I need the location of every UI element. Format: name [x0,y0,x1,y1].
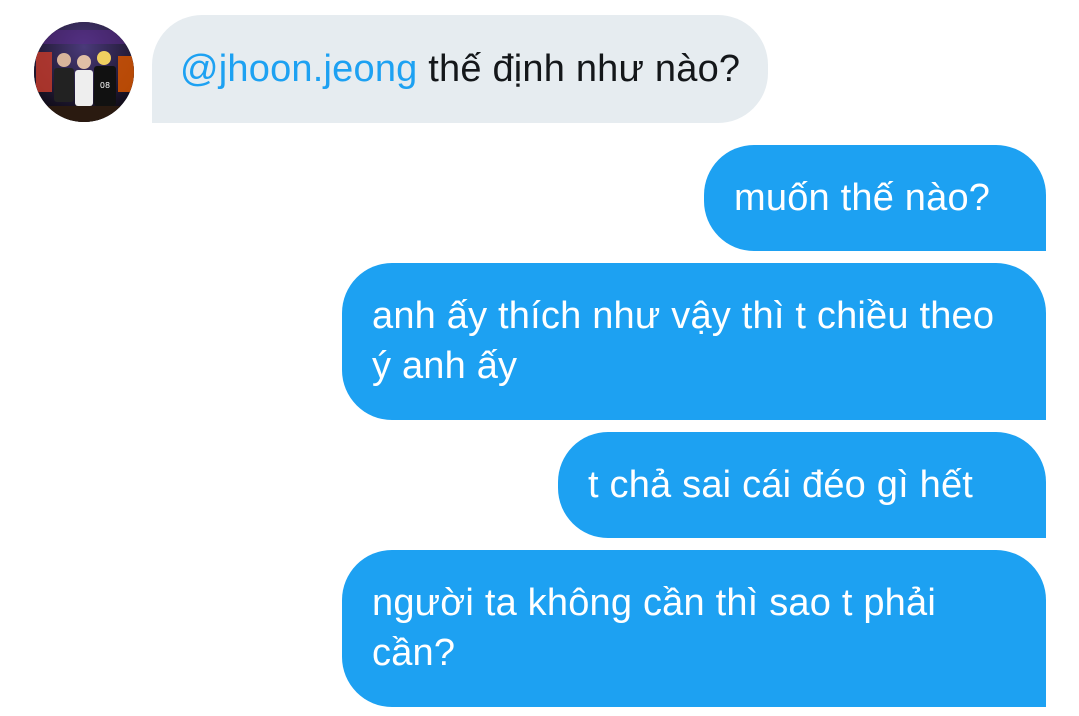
outgoing-message-text: anh ấy thích như vậy thì t chiều theo ý … [372,295,995,387]
mention-link[interactable]: @jhoon.jeong [180,44,418,94]
incoming-message-text: thế định như nào? [417,48,741,90]
avatar-photo: 08 [34,22,134,122]
outgoing-message-bubble[interactable]: anh ấy thích như vậy thì t chiều theo ý … [342,263,1046,420]
outgoing-message-text: t chả sai cái đéo gì hết [588,464,974,506]
outgoing-message-bubble[interactable]: muốn thế nào? [704,145,1046,251]
outgoing-message-bubble[interactable]: t chả sai cái đéo gì hết [558,432,1046,538]
svg-text:08: 08 [100,81,110,90]
avatar[interactable]: 08 [34,22,134,122]
dm-conversation: 08 @jhoon.jeong thế định như nào? muốn t… [0,0,1079,716]
outgoing-message-bubble[interactable]: người ta không cần thì sao t phải cần? [342,550,1046,707]
outgoing-message-text: người ta không cần thì sao t phải cần? [372,582,936,674]
incoming-message-bubble[interactable]: @jhoon.jeong thế định như nào? [152,15,769,123]
outgoing-message-text: muốn thế nào? [734,177,991,219]
